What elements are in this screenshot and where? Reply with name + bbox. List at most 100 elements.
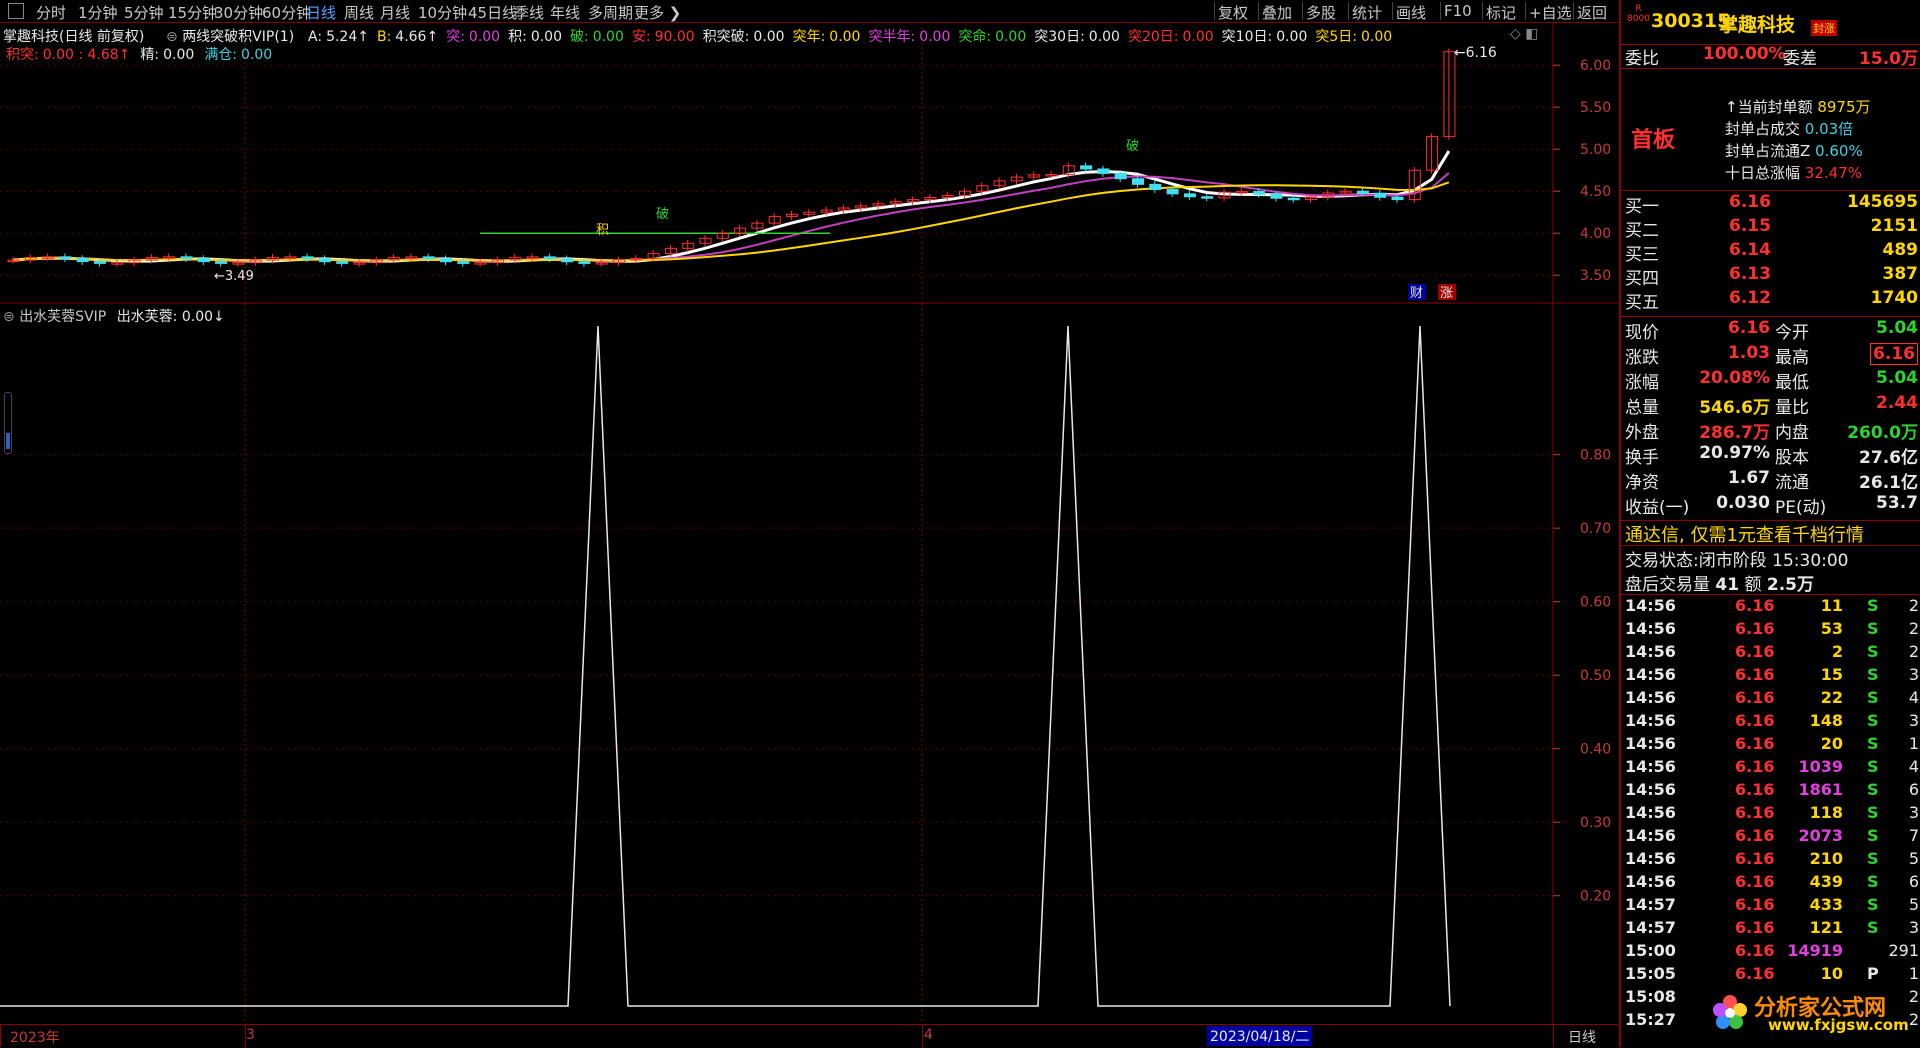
tick-row[interactable]: 14:56 6.16 20 S 1 — [1625, 734, 1920, 757]
tick-time: 14:56 — [1625, 826, 1676, 845]
tick-price: 6.16 — [1735, 780, 1775, 799]
period-tab-9[interactable]: 10分钟 — [418, 2, 467, 23]
period-tab-13[interactable]: 多周期 — [588, 2, 633, 23]
tick-side: P — [1867, 964, 1879, 983]
toolbar-sep — [1392, 2, 1393, 20]
bid-label-0: 买一 — [1625, 197, 1659, 217]
diamond-icon[interactable]: ◇ — [1510, 26, 1521, 42]
tick-row[interactable]: 14:56 6.16 11 S 2 — [1625, 596, 1920, 619]
toolbar-btn-3[interactable]: 统计 — [1352, 2, 1382, 23]
tick-row[interactable]: 14:57 6.16 121 S 3 — [1625, 918, 1920, 941]
period-tab-0[interactable]: 分时 — [36, 2, 66, 23]
trade-status: 交易状态:闭市阶段 15:30:00 — [1625, 546, 1849, 571]
seal-val-2: 0.60% — [1815, 142, 1863, 160]
toolbar-btn-1[interactable]: 叠加 — [1262, 2, 1292, 23]
indicator-line — [0, 325, 1451, 1007]
tick-row[interactable]: 14:56 6.16 1861 S 6 — [1625, 780, 1920, 803]
tick-time: 14:56 — [1625, 780, 1676, 799]
ind-val-13: 0.00 — [1360, 29, 1393, 45]
bid-row-4[interactable]: 买五 6.12 1740 — [1625, 288, 1920, 313]
menu-icon[interactable] — [8, 3, 24, 19]
tick-row[interactable]: 14:56 6.16 210 S 5 — [1625, 849, 1920, 872]
stat-label-0b: 今开 — [1775, 323, 1809, 343]
period-indicator[interactable]: 日线 — [1568, 1027, 1596, 1047]
toolbar-btn-7[interactable]: +自选 — [1529, 2, 1572, 23]
period-tab-2[interactable]: 5分钟 — [124, 2, 164, 23]
tick-row[interactable]: 14:56 6.16 53 S 2 — [1625, 619, 1920, 642]
tick-count: 3 — [1908, 711, 1919, 730]
candle — [1166, 189, 1179, 195]
bid-row-1[interactable]: 买二 6.15 2151 — [1625, 216, 1920, 241]
bid-volume-1: 2151 — [1870, 216, 1918, 236]
toolbar-btn-5[interactable]: F10 — [1444, 2, 1472, 20]
pane-tools[interactable]: ◇ ◧ — [1510, 26, 1538, 42]
tick-count: 6 — [1908, 872, 1919, 891]
ind-val-11: 0.00 — [1182, 29, 1214, 45]
tick-price: 6.16 — [1735, 688, 1775, 707]
indicator-name[interactable]: ⊜ 两线突破积VIP(1) — [166, 26, 294, 46]
period-tab-12[interactable]: 年线 — [550, 2, 580, 23]
stock-name: 掌趣科技 — [1719, 14, 1796, 36]
indicator-toggle-icon[interactable]: ⊜ — [3, 309, 19, 325]
window-icon[interactable]: ◧ — [1525, 26, 1538, 42]
toolbar-btn-6[interactable]: 标记 — [1486, 2, 1516, 23]
tick-price: 6.16 — [1735, 803, 1775, 822]
kline-chart[interactable]: 6.005.505.004.504.003.50 ←6.16←3.49积破破财涨 — [0, 22, 1618, 304]
ind-val-4: 0.00 — [592, 29, 624, 45]
period-tab-5[interactable]: 60分钟 — [262, 2, 311, 23]
bid-row-3[interactable]: 买四 6.13 387 — [1625, 264, 1920, 289]
tick-count: 2 — [1908, 596, 1919, 615]
candle — [457, 261, 470, 264]
tick-time: 14:56 — [1625, 711, 1676, 730]
period-tab-4[interactable]: 30分钟 — [214, 2, 263, 23]
candle — [1391, 196, 1404, 201]
period-tab-14[interactable]: 更多 ❯ — [634, 2, 681, 23]
indicator-values-row2: 积突: 0.00 : 4.68↑ 精: 0.00 满仓: 0.00 — [6, 44, 282, 64]
bid-row-2[interactable]: 买三 6.14 489 — [1625, 240, 1920, 265]
bid-row-0[interactable]: 买一 6.16 145695 — [1625, 192, 1920, 217]
promo-link[interactable]: 通达信, 仅需1元查看千档行情 — [1625, 521, 1864, 547]
period-tab-7[interactable]: 周线 — [344, 2, 374, 23]
tick-row[interactable]: 14:57 6.16 433 S 5 — [1625, 895, 1920, 918]
tick-volume: 53 — [1820, 619, 1843, 638]
ind-key-7: 突年: — [792, 29, 826, 45]
tick-volume: 433 — [1809, 895, 1843, 914]
lower-indicator-header[interactable]: ⊜ 出水芙蓉SVIP 出水芙蓉: 0.00↓ — [3, 306, 225, 326]
tick-row[interactable]: 14:56 6.16 439 S 6 — [1625, 872, 1920, 895]
candle — [1114, 172, 1127, 180]
period-tab-10[interactable]: 45日线 — [468, 2, 517, 23]
tick-row[interactable]: 15:05 6.16 10 P 1 — [1625, 964, 1920, 987]
period-tab-6[interactable]: 日线 — [306, 2, 336, 23]
tick-price: 6.16 — [1735, 596, 1775, 615]
tick-row[interactable]: 14:56 6.16 148 S 3 — [1625, 711, 1920, 734]
period-tab-3[interactable]: 15分钟 — [168, 2, 217, 23]
period-tab-1[interactable]: 1分钟 — [78, 2, 118, 23]
tick-row[interactable]: 15:00 6.16 14919 291 — [1625, 941, 1920, 964]
stat-label-6b: 流通 — [1775, 473, 1809, 493]
toolbar-btn-8[interactable]: 返回 — [1577, 2, 1607, 23]
ind-val-0: 5.24↑ — [326, 29, 369, 45]
weicha-value: 15.0万 — [1859, 49, 1918, 69]
ind2-key-0: 积突: — [6, 47, 39, 63]
toolbar-btn-0[interactable]: 复权 — [1218, 2, 1248, 23]
period-tab-11[interactable]: 季线 — [514, 2, 544, 23]
tick-row[interactable]: 14:56 6.16 2 S 2 — [1625, 642, 1920, 665]
toolbar-btn-4[interactable]: 画线 — [1396, 2, 1426, 23]
stat-label-3b: 量比 — [1775, 398, 1809, 418]
limit-up-badge: 封涨 — [1811, 20, 1837, 36]
candle — [1201, 196, 1214, 199]
tick-volume: 20 — [1820, 734, 1843, 753]
tick-row[interactable]: 14:56 6.16 2073 S 7 — [1625, 826, 1920, 849]
period-tab-8[interactable]: 月线 — [380, 2, 410, 23]
indicator-chart[interactable]: 0.80 0.70 0.60 0.50 0.40 0.30 0.20 — [0, 304, 1618, 1024]
tick-row[interactable]: 14:56 6.16 22 S 4 — [1625, 688, 1920, 711]
toolbar-sep — [1573, 2, 1574, 20]
tick-row[interactable]: 14:56 6.16 118 S 3 — [1625, 803, 1920, 826]
toolbar-btn-2[interactable]: 多股 — [1306, 2, 1336, 23]
tick-row[interactable]: 14:56 6.16 15 S 3 — [1625, 665, 1920, 688]
tick-row[interactable]: 14:56 6.16 1039 S 4 — [1625, 757, 1920, 780]
tick-count: 7 — [1908, 826, 1919, 845]
indicator-toggle-icon[interactable]: ⊜ — [166, 29, 182, 45]
scroll-handle[interactable] — [4, 392, 12, 454]
after-hours-volume: 41 — [1715, 575, 1740, 595]
